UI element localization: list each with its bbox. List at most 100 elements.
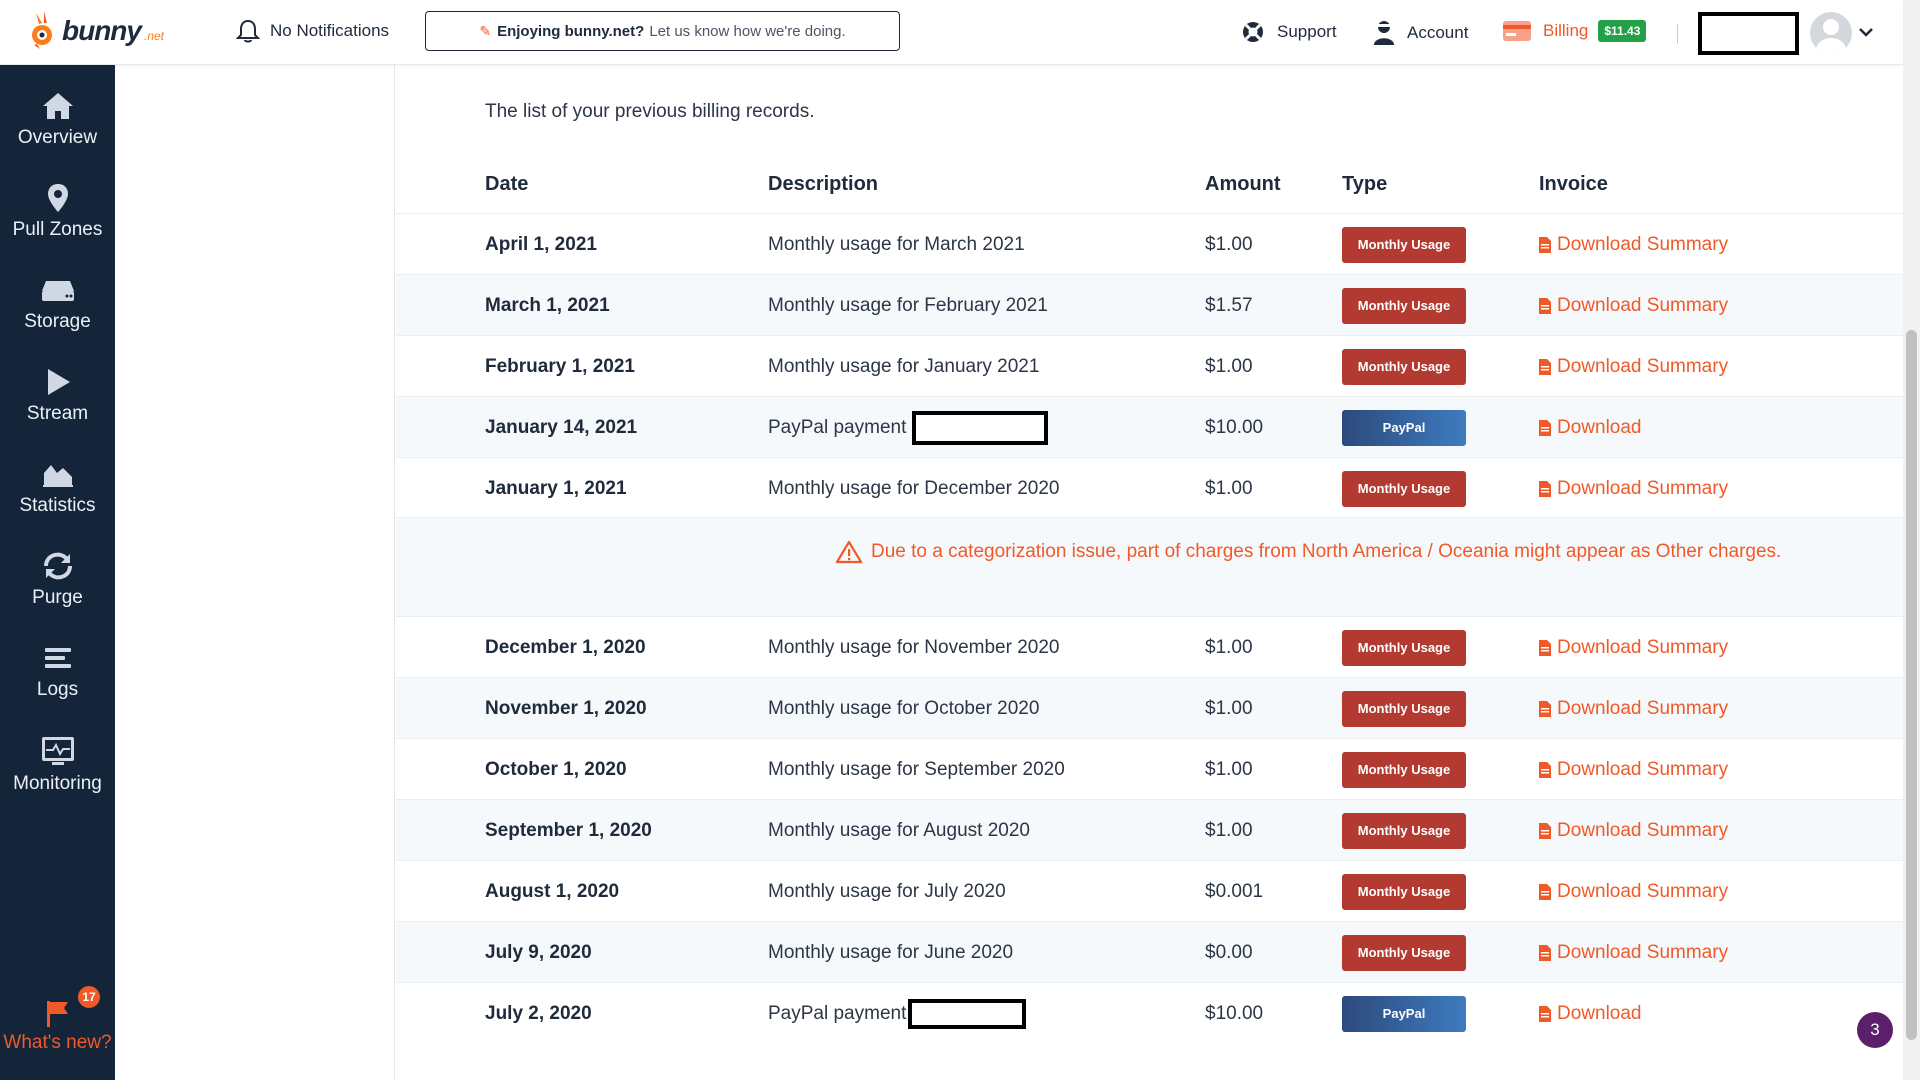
record-type-cell: Monthly Usage	[1342, 922, 1466, 983]
header-divider	[1677, 24, 1678, 44]
table-row: January 1, 2021 Monthly usage for Decemb…	[396, 457, 1903, 518]
home-icon	[42, 93, 73, 119]
sidebar-item-purge[interactable]: Purge	[0, 551, 115, 631]
download-link[interactable]: Download	[1539, 397, 1642, 458]
monthly-usage-tag: Monthly Usage	[1342, 690, 1466, 727]
sidebar-item-storage[interactable]: Storage	[0, 275, 115, 355]
sidebar-item-label: Purge	[32, 587, 83, 608]
download-summary-link[interactable]: Download Summary	[1539, 800, 1728, 861]
support-link[interactable]: Support	[1241, 20, 1337, 44]
notifications-button[interactable]: No Notifications	[236, 18, 389, 44]
billing-intro-text: The list of your previous billing record…	[485, 101, 815, 122]
record-type-cell: Monthly Usage	[1342, 861, 1466, 922]
sidebar-item-logs[interactable]: Logs	[0, 643, 115, 723]
record-date: February 1, 2021	[485, 355, 635, 377]
download-summary-link[interactable]: Download Summary	[1539, 678, 1728, 739]
monthly-usage-tag: Monthly Usage	[1342, 629, 1466, 666]
billing-submenu-pane	[115, 65, 395, 1080]
download-summary-link[interactable]: Download Summary	[1539, 336, 1728, 397]
invoice-link-label: Download Summary	[1557, 477, 1729, 499]
file-icon	[1539, 700, 1551, 717]
logo-text: bunny	[62, 15, 142, 46]
credit-card-icon	[1503, 21, 1531, 41]
download-link[interactable]: Download	[1539, 983, 1642, 1044]
billing-history-panel: The list of your previous billing record…	[396, 65, 1903, 1080]
download-summary-link[interactable]: Download Summary	[1539, 739, 1728, 800]
monthly-usage-tag: Monthly Usage	[1342, 287, 1466, 324]
invoice-link-label: Download Summary	[1557, 294, 1729, 316]
record-description: Monthly usage for February 2021	[768, 294, 1048, 316]
whats-new-button[interactable]: 17 What's new?	[0, 982, 115, 1072]
monthly-usage-tag: Monthly Usage	[1342, 812, 1466, 849]
bunny-logo[interactable]: bunny .net	[28, 10, 164, 52]
record-type-cell: Monthly Usage	[1342, 678, 1466, 739]
download-summary-link[interactable]: Download Summary	[1539, 275, 1728, 336]
billing-link[interactable]: Billing $11.43	[1503, 20, 1647, 42]
redacted-username	[1698, 12, 1799, 55]
record-type-cell: PayPal	[1342, 983, 1466, 1044]
download-summary-link[interactable]: Download Summary	[1539, 214, 1728, 275]
sidebar-item-label: Pull Zones	[12, 219, 103, 240]
record-type-cell: Monthly Usage	[1342, 214, 1466, 275]
record-date: September 1, 2020	[485, 819, 652, 841]
balance-badge: $11.43	[1598, 20, 1647, 42]
table-row: October 1, 2020 Monthly usage for Septem…	[396, 738, 1903, 799]
paypal-tag: PayPal	[1342, 409, 1466, 446]
sidebar-item-label: Statistics	[19, 495, 96, 516]
file-icon	[1539, 297, 1551, 314]
user-icon	[1374, 21, 1394, 45]
feedback-banner[interactable]: ✎ Enjoying bunny.net? Let us know how we…	[425, 11, 900, 51]
account-label: Account	[1407, 23, 1469, 42]
avatar[interactable]	[1810, 12, 1852, 54]
notice-text: Due to a categorization issue, part of c…	[871, 541, 1782, 562]
paypal-tag: PayPal	[1342, 995, 1466, 1032]
file-icon	[1539, 639, 1551, 656]
sidebar-item-label: Logs	[36, 679, 79, 700]
bell-icon	[236, 19, 260, 43]
file-icon	[1539, 480, 1551, 497]
table-row: December 1, 2020 Monthly usage for Novem…	[396, 616, 1903, 677]
sidebar-item-overview[interactable]: Overview	[0, 91, 115, 171]
chat-bubble-button[interactable]: 3	[1857, 1012, 1893, 1048]
invoice-link-label: Download Summary	[1557, 697, 1729, 719]
invoice-link-label: Download Summary	[1557, 819, 1729, 841]
record-date: January 14, 2021	[485, 416, 638, 438]
invoice-link-label: Download	[1557, 416, 1642, 438]
sidebar-item-statistics[interactable]: Statistics	[0, 459, 115, 539]
redacted-transaction-id	[908, 998, 1027, 1029]
sidebar-item-monitoring[interactable]: Monitoring	[0, 735, 115, 815]
chevron-down-icon[interactable]	[1858, 26, 1874, 38]
record-amount: $1.00	[1205, 819, 1253, 841]
feedback-strong-text: Enjoying bunny.net?	[497, 22, 645, 40]
record-description: Monthly usage for January 2021	[768, 355, 1040, 377]
record-amount: $1.00	[1205, 477, 1253, 499]
invoice-link-label: Download Summary	[1557, 941, 1729, 963]
column-header-invoice: Invoice	[1539, 173, 1608, 195]
scrollbar-thumb[interactable]	[1906, 330, 1917, 1040]
record-date: November 1, 2020	[485, 697, 647, 719]
download-summary-link[interactable]: Download Summary	[1539, 861, 1728, 922]
record-amount: $10.00	[1205, 1002, 1264, 1024]
record-amount: $1.00	[1205, 636, 1253, 658]
account-link[interactable]: Account	[1373, 20, 1468, 46]
area-chart-icon	[42, 465, 73, 487]
sidebar-item-stream[interactable]: Stream	[0, 367, 115, 447]
sidebar-item-pull-zones[interactable]: Pull Zones	[0, 183, 115, 263]
warning-triangle-icon	[835, 540, 863, 564]
page-scrollbar[interactable]	[1903, 0, 1920, 1080]
bunny-logo-icon	[32, 11, 52, 49]
table-row: November 1, 2020 Monthly usage for Octob…	[396, 677, 1903, 738]
record-type-cell: Monthly Usage	[1342, 458, 1466, 519]
file-icon	[1539, 944, 1551, 961]
download-summary-link[interactable]: Download Summary	[1539, 922, 1728, 983]
list-lines-icon	[44, 648, 71, 668]
monthly-usage-tag: Monthly Usage	[1342, 226, 1466, 263]
table-row: August 1, 2020 Monthly usage for July 20…	[396, 860, 1903, 921]
refresh-icon	[43, 552, 72, 580]
download-summary-link[interactable]: Download Summary	[1539, 458, 1728, 519]
record-type-cell: Monthly Usage	[1342, 617, 1466, 678]
monthly-usage-tag: Monthly Usage	[1342, 751, 1466, 788]
download-summary-link[interactable]: Download Summary	[1539, 617, 1728, 678]
storage-drive-icon	[41, 281, 74, 301]
record-type-cell: Monthly Usage	[1342, 800, 1466, 861]
